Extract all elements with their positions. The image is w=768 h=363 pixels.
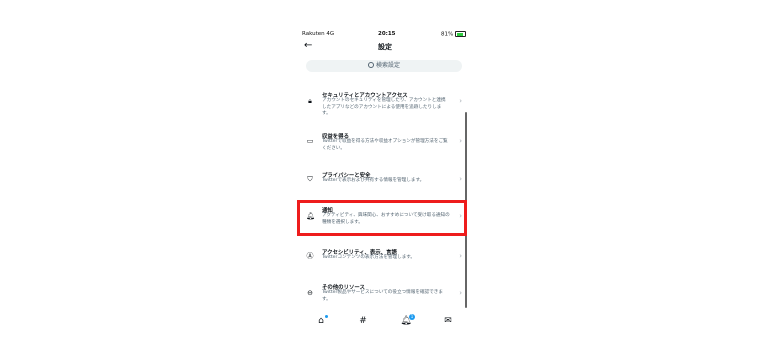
item-desc: Twitterで表示および共有する情報を管理します。 xyxy=(322,178,425,183)
item-desc: Twitterで収益を得る方法や収益オプションが管理方法をご覧ください。 xyxy=(322,139,448,151)
chevron-right-icon: › xyxy=(459,97,462,105)
battery-percent: 81% xyxy=(441,31,454,38)
status-bar: Rakuten 4G 20:15 81% xyxy=(300,30,470,40)
chevron-right-icon: › xyxy=(459,252,462,260)
settings-item-privacy[interactable]: ⛉ プライバシーと安全 Twitterで表示および共有する情報を管理します。 › xyxy=(300,167,464,193)
search-icon xyxy=(367,61,374,68)
highlight-box xyxy=(297,200,467,236)
page-title: 設定 xyxy=(378,43,392,51)
chevron-right-icon: › xyxy=(459,137,462,145)
item-desc: Twitter製品やサービスについての役立つ情報を確認できます。 xyxy=(322,290,443,302)
chevron-right-icon: › xyxy=(459,175,462,183)
shield-icon: ⛉ xyxy=(307,175,313,183)
money-icon: ▭ xyxy=(306,137,314,145)
tab-notifications[interactable]: 🔔︎ 1 xyxy=(399,314,415,328)
search-input[interactable]: 検索設定 xyxy=(306,60,462,72)
settings-item-accessibility[interactable]: Ⓐ アクセシビリティ、表示、言語 Twitterコンテンツの表示方法を管理します… xyxy=(300,243,464,269)
home-icon: ⌂ xyxy=(318,316,324,326)
lock-icon: 🔒︎ xyxy=(308,97,312,105)
more-icon: ⊖ xyxy=(307,289,313,297)
battery-indicator: 81% xyxy=(441,31,466,38)
tab-home[interactable]: ⌂ xyxy=(314,314,328,328)
header: ← 設定 xyxy=(300,40,470,54)
settings-item-security[interactable]: 🔒︎ セキュリティとアカウントアクセス アカウントのセキュリティを管理したり、ア… xyxy=(300,83,464,117)
notification-badge: 1 xyxy=(409,314,415,320)
carrier-label: Rakuten 4G xyxy=(302,31,335,37)
phone-screen: Rakuten 4G 20:15 81% ← 設定 検索設定 🔒︎ セキュリティ… xyxy=(300,28,470,333)
accessibility-icon: Ⓐ xyxy=(306,252,314,260)
search-placeholder: 検索設定 xyxy=(375,62,400,69)
status-time: 20:15 xyxy=(378,31,396,37)
tab-messages[interactable]: ✉ xyxy=(441,314,455,328)
settings-item-resources[interactable]: ⊖ その他のリソース Twitter製品やサービスについての役立つ情報を確認でき… xyxy=(300,277,464,307)
hashtag-icon: # xyxy=(359,316,367,326)
item-desc: Twitterコンテンツの表示方法を管理します。 xyxy=(322,255,416,260)
tab-bar: ⌂ # 🔔︎ 1 ✉ xyxy=(300,312,470,330)
battery-icon xyxy=(455,31,466,37)
mail-icon: ✉ xyxy=(444,316,452,326)
chevron-right-icon: › xyxy=(459,289,462,297)
new-dot xyxy=(325,315,328,318)
settings-item-monetization[interactable]: ▭ 収益を得る Twitterで収益を得る方法や収益オプションが管理方法をご覧く… xyxy=(300,125,464,157)
tab-explore[interactable]: # xyxy=(356,314,370,328)
item-desc: アカウントのセキュリティを管理したり、アカウントと連携したアプリなどのアカウント… xyxy=(322,98,446,116)
